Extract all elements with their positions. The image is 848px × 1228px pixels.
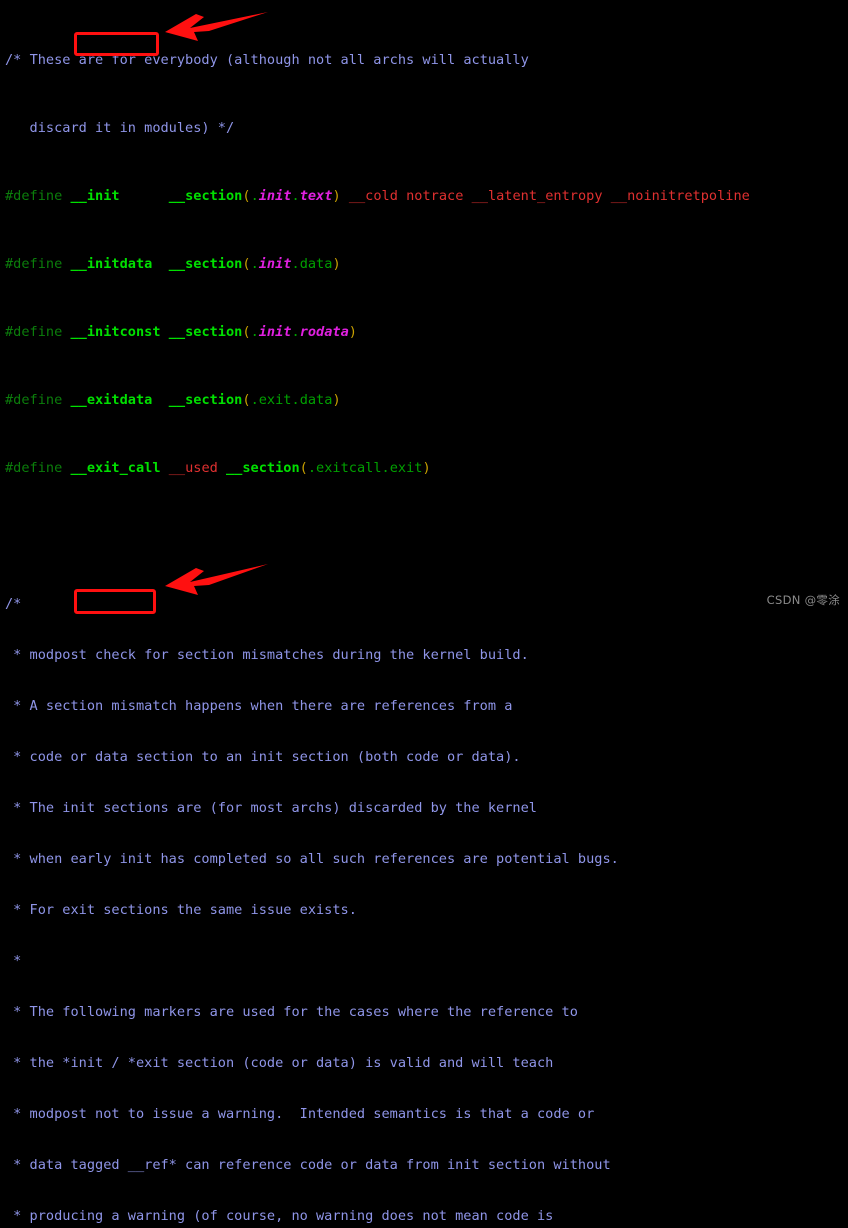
comment-text: * modpost not to issue a warning. Intend… — [5, 1106, 595, 1122]
dot: . — [381, 460, 390, 476]
comment-text: discard it in modules) */ — [5, 120, 235, 136]
dot: . — [250, 188, 259, 204]
dot: . — [250, 324, 259, 340]
paren-close: ) — [332, 392, 341, 408]
comment-line: * code or data section to an init sectio… — [0, 749, 848, 766]
comment-line: * the *init / *exit section (code or dat… — [0, 1055, 848, 1072]
comment-text: * For exit sections the same issue exist… — [5, 902, 357, 918]
paren-open: ( — [299, 460, 308, 476]
preproc-define: #define — [5, 256, 63, 272]
section-macro: __section — [226, 460, 300, 476]
section-part-2: rodata — [299, 324, 349, 340]
preproc-define: #define — [5, 392, 63, 408]
comment-text: * The following markers are used for the… — [5, 1004, 578, 1020]
comment-text: * The init sections are (for most archs)… — [5, 800, 537, 816]
section-part-1: exitcall — [316, 460, 382, 476]
section-part-1: exit — [258, 392, 292, 408]
code-line-define-initdata: #define __initdata __section(.init.data) — [0, 256, 848, 273]
dot: . — [250, 256, 259, 272]
paren-close: ) — [332, 256, 341, 272]
code-line: discard it in modules) */ — [0, 120, 848, 137]
code-line-define-init: #define __init __section(.init.text) __c… — [0, 188, 848, 205]
paren-open: ( — [242, 256, 251, 272]
comment-line: /* — [0, 596, 848, 613]
watermark: CSDN @零涂 — [766, 593, 840, 607]
code-line-define-exitcall: #define __exit_call __used __section(.ex… — [0, 460, 848, 477]
comment-open: /* — [5, 52, 30, 68]
code-editor-viewport[interactable]: /* These are for everybody (although not… — [0, 0, 848, 1224]
paren-open: ( — [242, 392, 251, 408]
paren-open: ( — [242, 324, 251, 340]
section-macro: __section — [168, 256, 243, 272]
comment-text: * — [5, 953, 22, 969]
comment-text: * the *init / *exit section (code or dat… — [5, 1055, 554, 1071]
paren-close: ) — [348, 324, 357, 340]
comment-text: * code or data section to an init sectio… — [5, 749, 521, 765]
comment-line: * data tagged __ref* can reference code … — [0, 1157, 848, 1174]
preproc-define: #define — [5, 324, 63, 340]
section-part-2: data — [299, 392, 333, 408]
section-part-1: init — [258, 324, 292, 340]
preproc-define: #define — [5, 460, 63, 476]
comment-text: * A section mismatch happens when there … — [5, 698, 513, 714]
comment-line: * A section mismatch happens when there … — [0, 698, 848, 715]
section-part-1: init — [258, 256, 292, 272]
comment-text: * modpost check for section mismatches d… — [5, 647, 529, 663]
paren-close: ) — [332, 188, 341, 204]
attribute-used: __used — [168, 460, 218, 476]
paren-open: ( — [242, 188, 251, 204]
macro-name-exitdata[interactable]: __exitdata — [70, 392, 152, 408]
dot: . — [291, 188, 300, 204]
dot: . — [291, 324, 300, 340]
dot: . — [291, 256, 300, 272]
comment-line: * The init sections are (for most archs)… — [0, 800, 848, 817]
attribute-list: __cold notrace __latent_entropy __noinit… — [348, 188, 750, 204]
paren-close: ) — [422, 460, 431, 476]
section-macro: __section — [168, 392, 243, 408]
comment-text: * data tagged __ref* can reference code … — [5, 1157, 611, 1173]
comment-line: * when early init has completed so all s… — [0, 851, 848, 868]
code-line-define-exitdata: #define __exitdata __section(.exit.data) — [0, 392, 848, 409]
section-part-1: init — [258, 188, 292, 204]
comment-line: * — [0, 953, 848, 970]
comment-text: * producing a warning (of course, no war… — [5, 1208, 554, 1224]
comment-text: These are for everybody (although not al… — [29, 52, 529, 68]
macro-name-initdata[interactable]: __initdata — [70, 256, 152, 272]
dot: . — [250, 392, 259, 408]
comment-line: * modpost not to issue a warning. Intend… — [0, 1106, 848, 1123]
macro-name-initconst[interactable]: __initconst — [70, 324, 160, 340]
section-part-2: data — [299, 256, 333, 272]
dot: . — [307, 460, 317, 476]
code-line-define-initconst: #define __initconst __section(.init.roda… — [0, 324, 848, 341]
comment-line: * The following markers are used for the… — [0, 1004, 848, 1021]
comment-line: * For exit sections the same issue exist… — [0, 902, 848, 919]
section-macro: __section — [168, 324, 243, 340]
code-line: /* These are for everybody (although not… — [0, 52, 848, 69]
macro-name-init[interactable]: __init — [70, 188, 119, 204]
macro-name-exitcall[interactable]: __exit_call — [70, 460, 160, 476]
comment-text: * when early init has completed so all s… — [5, 851, 619, 867]
comment-line: * modpost check for section mismatches d… — [0, 647, 848, 664]
section-macro: __section — [168, 188, 243, 204]
section-part-2: exit — [389, 460, 423, 476]
comment-line: * producing a warning (of course, no war… — [0, 1208, 848, 1225]
preproc-define: #define — [5, 188, 63, 204]
dot: . — [291, 392, 300, 408]
comment-text: /* — [5, 596, 22, 612]
section-part-2: text — [299, 188, 333, 204]
